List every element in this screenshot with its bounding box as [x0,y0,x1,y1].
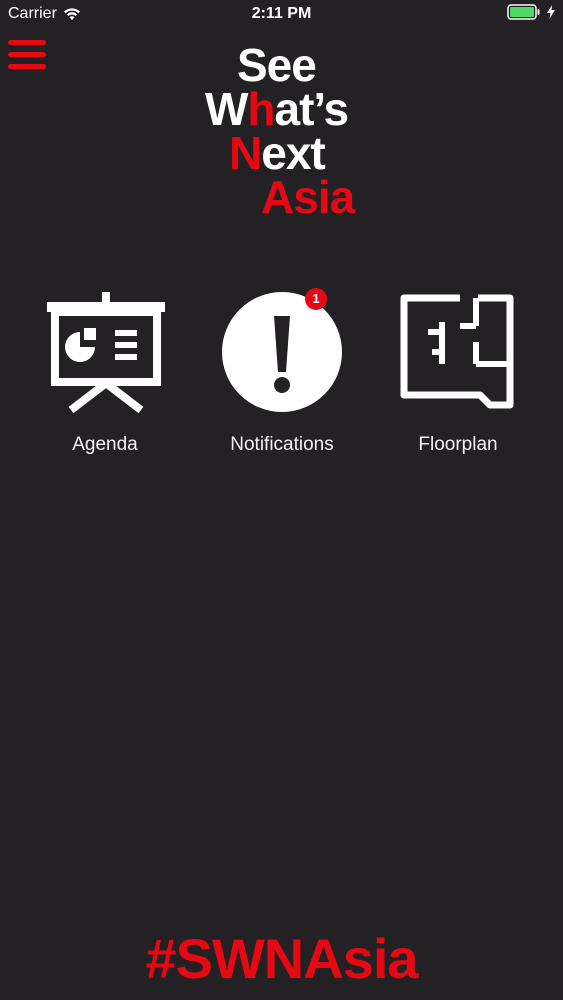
see-whats-next-logo: See What’s Next Asia [205,39,375,223]
agenda-tile[interactable]: Agenda [20,292,190,462]
exclamation-icon [222,292,342,412]
hamburger-icon-bar-bottom [8,64,46,69]
presentation-board-icon [47,292,165,414]
hamburger-icon-bar-top [8,40,46,45]
status-bar: Carrier 2:11 PM [0,0,563,30]
agenda-label: Agenda [72,434,138,455]
logo-line-1: See [237,39,317,91]
notifications-label: Notifications [230,434,334,455]
clock: 2:11 PM [251,5,312,22]
notifications-tile[interactable]: 1 Notifications [197,288,367,462]
hamburger-icon-bar-middle [8,52,46,57]
menu-button[interactable] [8,40,46,70]
battery-area [507,4,555,20]
notification-count-badge: 1 [305,288,327,310]
battery-icon [507,4,540,20]
floorplan-icon [400,294,514,409]
logo-line-3: Next [229,127,326,179]
floorplan-tile[interactable]: Floorplan [373,292,543,462]
feature-tiles: Agenda 1 Notifications Floorplan [0,288,563,472]
floorplan-label: Floorplan [418,434,498,455]
logo-line-4: Asia [261,171,355,223]
charging-bolt-icon [547,5,555,19]
logo-line-2: What’s [205,83,349,135]
hashtag-footer: #SWNAsia [145,927,418,990]
